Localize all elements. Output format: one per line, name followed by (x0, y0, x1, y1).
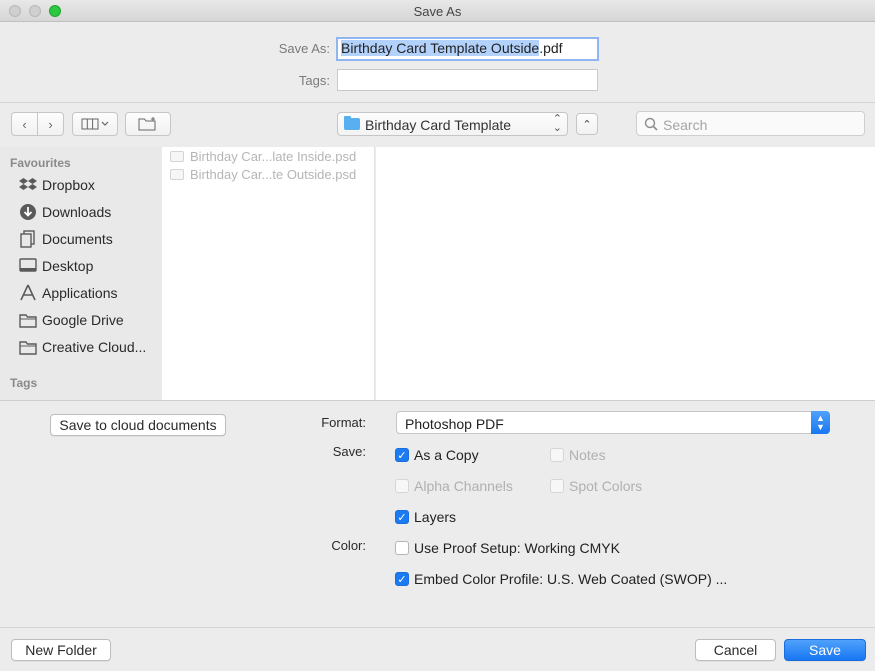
file-browser-preview-column (376, 147, 875, 400)
title-bar: Save As (0, 0, 875, 22)
tags-input[interactable] (337, 69, 598, 91)
alpha-channels-checkbox[interactable]: Alpha Channels (395, 477, 513, 495)
cancel-button[interactable]: Cancel (695, 639, 776, 661)
new-folder-toolbar-button[interactable] (125, 112, 171, 136)
file-icon (170, 150, 184, 162)
chevron-left-icon: ‹ (22, 116, 27, 132)
back-button[interactable]: ‹ (11, 112, 38, 136)
sidebar-item-downloads[interactable]: Downloads (18, 201, 111, 223)
tags-header: Tags (10, 376, 38, 390)
checkbox-label: Notes (569, 447, 606, 463)
downloads-icon (18, 204, 37, 220)
spot-colors-checkbox[interactable]: Spot Colors (550, 477, 642, 495)
favourites-header: Favourites (10, 156, 71, 170)
divider (0, 627, 875, 628)
search-field[interactable]: Search (636, 111, 865, 136)
columns-view-icon (81, 118, 109, 130)
color-label: Color: (331, 538, 366, 553)
sidebar-item-applications[interactable]: Applications (18, 282, 118, 304)
sidebar-item-dropbox[interactable]: Dropbox (18, 174, 95, 196)
chevron-up-icon: ⌃ (582, 118, 592, 131)
format-select[interactable]: Photoshop PDF ▲ ▼ (396, 411, 830, 434)
documents-icon (18, 230, 37, 248)
folder-icon (18, 312, 37, 328)
forward-button[interactable]: › (37, 112, 64, 136)
file-name-selected-text: Birthday Card Template Outside (341, 40, 540, 56)
up-down-chevron-icon: ⌃ ⌄ (552, 113, 562, 134)
tags-label: Tags: (298, 73, 330, 88)
file-item[interactable]: Birthday Car...te Outside.psd (170, 165, 356, 183)
file-item[interactable]: Birthday Car...late Inside.psd (170, 147, 356, 165)
checkbox-label: Layers (414, 509, 457, 525)
checkbox-label: Spot Colors (569, 478, 643, 494)
save-button[interactable]: Save (784, 639, 866, 661)
file-name: Birthday Car...late Inside.psd (190, 148, 357, 164)
checkbox-label: As a Copy (414, 447, 479, 463)
window-title: Save As (413, 4, 462, 19)
up-down-chevron-icon: ▲ ▼ (811, 411, 830, 434)
search-placeholder: Search (663, 117, 708, 133)
applications-icon (18, 284, 37, 301)
checkmark-icon: ✓ (395, 572, 409, 586)
format-label: Format: (321, 415, 366, 430)
save-as-dialog: Save As Save As: Birthday Card Template … (0, 0, 875, 671)
layers-checkbox[interactable]: ✓ Layers (395, 508, 456, 526)
location-popup[interactable]: Birthday Card Template ⌃ ⌄ (337, 112, 568, 136)
checkmark-icon: ✓ (395, 448, 409, 462)
new-folder-icon (138, 117, 156, 131)
dropbox-icon (18, 177, 37, 193)
checkbox-label: Embed Color Profile: U.S. Web Coated (SW… (414, 571, 728, 587)
sidebar-item-desktop[interactable]: Desktop (18, 255, 93, 277)
notes-checkbox[interactable]: Notes (550, 446, 606, 464)
collapse-browser-button[interactable]: ⌃ (576, 113, 598, 135)
sidebar-item-label: Dropbox (42, 177, 95, 193)
as-a-copy-checkbox[interactable]: ✓ As a Copy (395, 446, 479, 464)
sidebar: Favourites Dropbox Downloads Documents D… (0, 147, 162, 400)
sidebar-item-label: Documents (42, 231, 113, 247)
sidebar-item-label: Downloads (42, 204, 112, 220)
file-browser-column: Birthday Car...late Inside.psd Birthday … (162, 147, 375, 400)
sidebar-item-label: Desktop (42, 258, 94, 274)
sidebar-item-label: Applications (42, 285, 118, 301)
sidebar-item-label: Creative Cloud... (42, 339, 147, 355)
embed-color-profile-checkbox[interactable]: ✓ Embed Color Profile: U.S. Web Coated (… (395, 570, 727, 588)
save-label: Save: (332, 444, 366, 459)
folder-icon (18, 339, 37, 355)
checkbox-label: Alpha Channels (414, 478, 513, 494)
search-icon (644, 117, 658, 131)
file-name-extension: .pdf (539, 40, 563, 56)
file-name: Birthday Car...te Outside.psd (190, 166, 357, 182)
desktop-icon (18, 258, 37, 274)
save-to-cloud-button[interactable]: Save to cloud documents (50, 414, 226, 436)
file-name-input[interactable]: Birthday Card Template Outside.pdf (336, 37, 599, 61)
file-icon (170, 168, 184, 180)
sidebar-item-creative-cloud[interactable]: Creative Cloud... (18, 336, 146, 358)
location-popup-label: Birthday Card Template (365, 117, 512, 133)
sidebar-item-google-drive[interactable]: Google Drive (18, 309, 124, 331)
new-folder-button[interactable]: New Folder (11, 639, 111, 661)
checkmark-icon: ✓ (395, 510, 409, 524)
sidebar-item-documents[interactable]: Documents (18, 228, 113, 250)
divider (0, 400, 875, 401)
save-as-label: Save As: (278, 41, 330, 56)
checkbox-label: Use Proof Setup: Working CMYK (414, 540, 620, 556)
format-select-value: Photoshop PDF (405, 416, 504, 432)
divider (0, 102, 875, 103)
folder-icon (344, 116, 360, 130)
sidebar-item-label: Google Drive (42, 312, 124, 328)
use-proof-setup-checkbox[interactable]: Use Proof Setup: Working CMYK (395, 539, 620, 557)
view-mode-button[interactable] (72, 112, 118, 136)
chevron-right-icon: › (48, 116, 53, 132)
